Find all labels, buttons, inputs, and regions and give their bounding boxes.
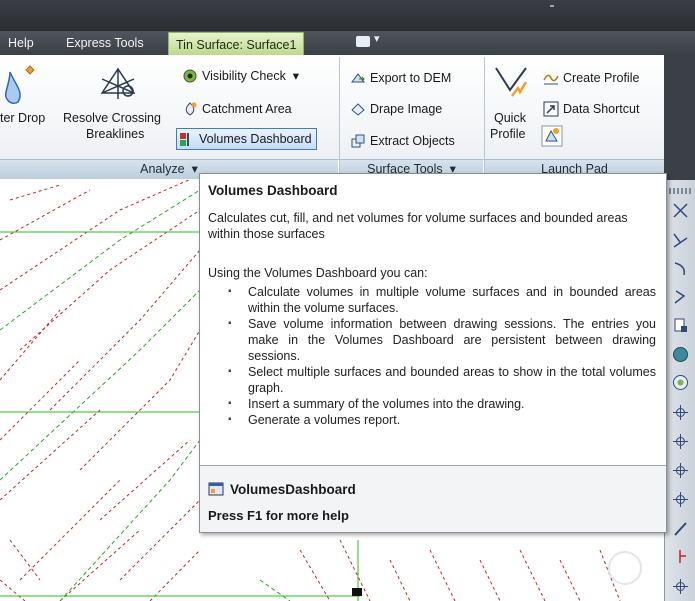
catchment-area-label: Catchment Area bbox=[202, 102, 292, 116]
water-drop-icon bbox=[4, 65, 35, 104]
drape-image-button[interactable]: Drape Image bbox=[348, 99, 442, 119]
tooltip-bullet: Save volume information between drawing … bbox=[208, 316, 656, 364]
ribbon-tab-strip: Help Express Tools Tin Surface: Surface1… bbox=[0, 31, 695, 56]
quick-profile-label-line1: Quick bbox=[494, 111, 526, 125]
chevron-down-icon[interactable]: ▾ bbox=[374, 32, 380, 45]
tooltip-bullet: Insert a summary of the volumes into the… bbox=[208, 396, 656, 412]
volumes-dashboard-label: Volumes Dashboard bbox=[199, 132, 312, 146]
export-to-dem-icon bbox=[351, 73, 365, 83]
point-label-tool-icon[interactable] bbox=[672, 433, 689, 450]
visibility-check-label: Visibility Check bbox=[202, 69, 286, 83]
resolve-crossing-breaklines-icon bbox=[100, 67, 136, 99]
tab-express-tools[interactable]: Express Tools bbox=[66, 31, 144, 55]
data-shortcut-icon bbox=[543, 101, 559, 117]
point-group-tool-icon[interactable] bbox=[672, 491, 689, 508]
volumes-dashboard-tooltip: Volumes Dashboard Calculates cut, fill, … bbox=[199, 173, 667, 533]
volumes-dashboard-command-icon bbox=[208, 482, 224, 496]
water-drop-label: ter Drop bbox=[0, 111, 46, 125]
create-profile-button[interactable]: Create Profile bbox=[541, 68, 639, 88]
grid-tool-icon[interactable] bbox=[672, 374, 689, 391]
export-to-dem-button[interactable]: Export to DEM bbox=[348, 68, 451, 88]
ribbon-right-edge bbox=[664, 55, 695, 180]
tooltip-title: Volumes Dashboard bbox=[208, 183, 338, 198]
tooltip-description: Calculates cut, fill, and net volumes fo… bbox=[208, 211, 628, 241]
crosshair-tool-icon[interactable] bbox=[672, 578, 689, 595]
catchment-area-button[interactable]: Catchment Area bbox=[180, 99, 292, 119]
point-style-tool-icon[interactable] bbox=[672, 462, 689, 479]
create-profile-label: Create Profile bbox=[563, 71, 640, 85]
pen-tool-icon[interactable] bbox=[672, 520, 689, 537]
point-tool-icon[interactable] bbox=[672, 404, 689, 421]
extract-objects-icon bbox=[351, 134, 365, 148]
pin-tool-icon[interactable] bbox=[672, 548, 689, 565]
ucs-marker bbox=[352, 588, 362, 596]
tooltip-bullet-list: Calculate volumes in multiple volume sur… bbox=[208, 284, 656, 428]
navigation-wheel-icon[interactable] bbox=[608, 551, 642, 585]
drape-image-label: Drape Image bbox=[370, 102, 443, 116]
document-tool-icon[interactable] bbox=[672, 317, 689, 334]
data-shortcut-label: Data Shortcut bbox=[563, 102, 640, 116]
palette-grip[interactable] bbox=[669, 188, 691, 194]
quick-profile-label-line2: Profile bbox=[490, 127, 526, 141]
data-shortcut-button[interactable]: Data Shortcut bbox=[541, 99, 639, 119]
tooltip-command-name: VolumesDashboard bbox=[230, 482, 356, 497]
tab-help[interactable]: Help bbox=[8, 31, 34, 55]
export-to-dem-label: Export to DEM bbox=[370, 71, 452, 85]
tooltip-bullet: Calculate volumes in multiple volume sur… bbox=[208, 284, 656, 316]
visibility-check-button[interactable]: Visibility Check ▾ bbox=[180, 66, 299, 86]
select-tool-icon[interactable] bbox=[672, 202, 689, 219]
tooltip-bullet: Generate a volumes report. bbox=[208, 412, 656, 428]
tooltip-footer: VolumesDashboard Press F1 for more help bbox=[200, 466, 666, 532]
catchment-area-icon bbox=[185, 102, 197, 116]
extract-objects-button[interactable]: Extract Objects bbox=[348, 131, 455, 151]
chevron-down-icon: ▾ bbox=[289, 69, 300, 83]
resolve-crossing-label-line2: Breaklines bbox=[86, 127, 145, 141]
line-tool-icon[interactable] bbox=[672, 232, 689, 249]
launch-pad-extra-icon[interactable] bbox=[541, 125, 563, 147]
visibility-check-icon bbox=[183, 69, 197, 83]
workspace-icon[interactable] bbox=[356, 36, 370, 47]
chevron-down-icon: ▾ bbox=[188, 162, 198, 176]
quick-profile-icon bbox=[495, 67, 528, 97]
drape-image-icon bbox=[351, 103, 365, 116]
tooltip-intro: Using the Volumes Dashboard you can: bbox=[208, 266, 428, 280]
analyze-group-text: Analyze bbox=[140, 162, 185, 176]
volumes-dashboard-icon bbox=[180, 133, 189, 146]
polyline-tool-icon[interactable] bbox=[672, 288, 689, 305]
extract-objects-label: Extract Objects bbox=[370, 134, 455, 148]
tab-tin-surface[interactable]: Tin Surface: Surface1 bbox=[168, 32, 305, 56]
globe-tool-icon[interactable] bbox=[672, 346, 689, 363]
create-profile-icon bbox=[543, 74, 559, 85]
tooltip-bullet: Select multiple surfaces and bounded are… bbox=[208, 364, 656, 396]
title-bar bbox=[0, 0, 695, 31]
arc-tool-icon[interactable] bbox=[672, 260, 689, 277]
resolve-crossing-label-line1: Resolve Crossing bbox=[63, 111, 161, 125]
tool-palette bbox=[664, 180, 695, 601]
title-bar-mark bbox=[550, 5, 554, 7]
tooltip-help-hint: Press F1 for more help bbox=[208, 508, 349, 523]
volumes-dashboard-button[interactable]: Volumes Dashboard bbox=[176, 128, 317, 150]
